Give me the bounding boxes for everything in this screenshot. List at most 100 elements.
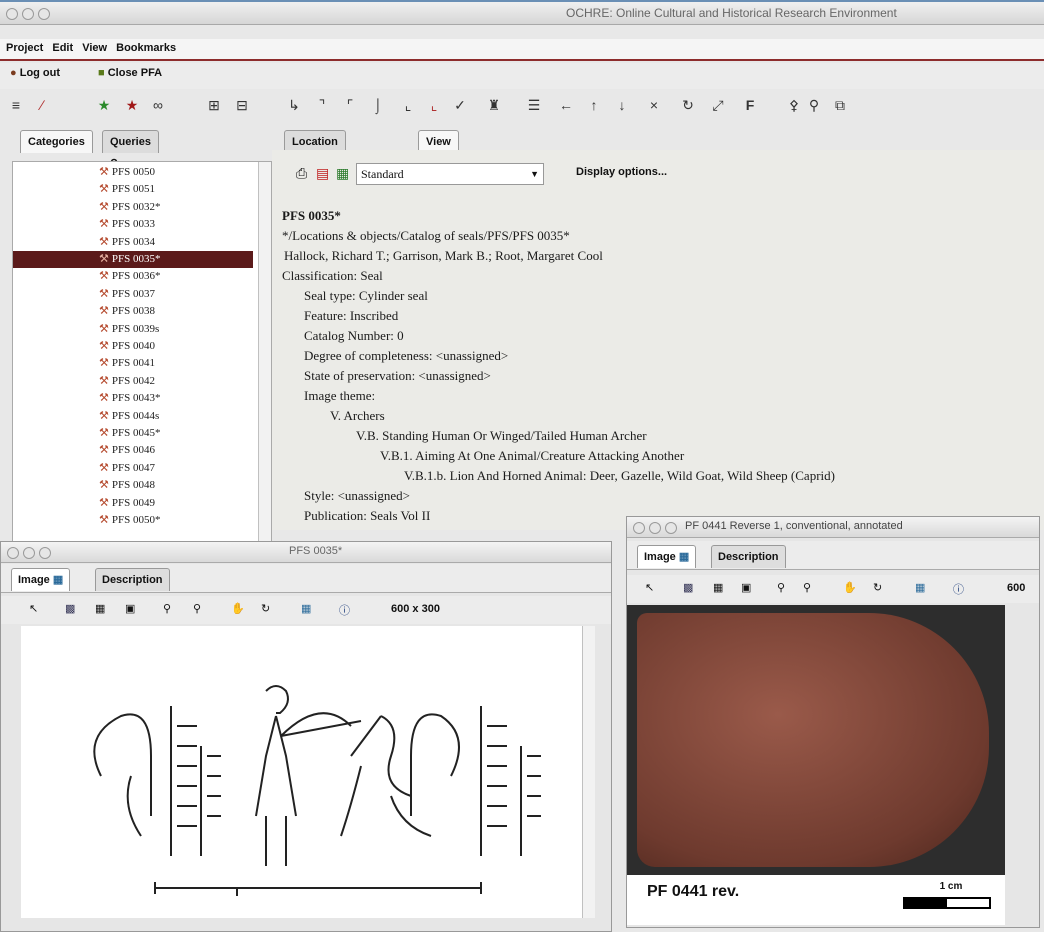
info-icon[interactable]: ⓘ <box>953 581 964 597</box>
diagonal-arrow-icon[interactable]: ⤢ <box>710 97 726 113</box>
delete-icon[interactable]: × <box>646 97 662 113</box>
list-item[interactable]: ⚒ PFS 0047 <box>99 460 155 477</box>
grid-icon[interactable]: ▦ <box>713 581 723 594</box>
close-window-button[interactable] <box>6 8 18 20</box>
tab-description[interactable]: Description <box>711 545 786 568</box>
list-item[interactable]: ⚒ PFS 0050 <box>99 164 155 181</box>
layout-icon[interactable]: ▩ <box>65 602 75 615</box>
stamp-icon[interactable]: ♜ <box>486 97 502 113</box>
category-tree[interactable]: ⚒ PFS 0050 ⚒ PFS 0051 ⚒ PFS 0032* ⚒ PFS 0033 ⚒ PF… <box>12 161 272 543</box>
paperclip-icon[interactable]: ⚴ <box>786 97 802 113</box>
zoom-in-icon[interactable]: ⚲ <box>163 602 171 615</box>
list-item[interactable]: ⚒ PFS 0039s <box>99 321 159 338</box>
list-item[interactable]: ⚒ PFS 0032* <box>99 199 160 216</box>
menu-project[interactable]: Project <box>6 42 43 54</box>
list-item[interactable]: ⚒ PFS 0051 <box>99 181 155 198</box>
list-icon[interactable]: ☰ <box>526 97 542 113</box>
tree-split-icon[interactable]: ⌞ <box>400 97 416 113</box>
tab-queries[interactable]: Queries ⚲ <box>102 130 159 170</box>
menu-edit[interactable]: Edit <box>52 42 73 54</box>
indent-icon[interactable]: ↳ <box>286 97 302 113</box>
zoom-out-icon[interactable]: ⚲ <box>803 581 811 594</box>
list-item[interactable]: ⚒ PFS 0050* <box>99 512 160 529</box>
font-icon[interactable]: F <box>742 97 758 113</box>
zoom-window-button[interactable] <box>39 547 51 559</box>
excel-icon[interactable]: ▦ <box>336 165 349 182</box>
list-item[interactable]: ⚒ PFS 0046 <box>99 442 155 459</box>
check-icon[interactable]: ✓ <box>452 97 468 113</box>
display-options-button[interactable]: Display options... <box>576 166 667 178</box>
logout-button[interactable]: ● Log out <box>10 67 60 79</box>
list-item[interactable]: ⚒ PFS 0041 <box>99 355 155 372</box>
grid-icon[interactable]: ▦ <box>95 602 105 615</box>
image-icon[interactable]: ▦ <box>301 602 311 615</box>
link-icon[interactable]: ∞ <box>150 97 166 113</box>
list-item[interactable]: ⚒ PFS 0048 <box>99 477 155 494</box>
zoom-out-icon[interactable]: ⚲ <box>193 602 201 615</box>
menu-view[interactable]: View <box>82 42 107 54</box>
list-item[interactable]: ⚒ PFS 0035* <box>99 251 160 268</box>
frame-icon[interactable]: ▣ <box>125 602 135 615</box>
arrow-left-icon[interactable]: ← <box>558 97 574 113</box>
pen-icon[interactable]: ∕ <box>34 97 50 113</box>
tree-add-icon[interactable]: ⌡ <box>370 97 386 113</box>
search-icon[interactable]: ⚲ <box>806 97 822 113</box>
collapse-icon[interactable]: ⊟ <box>234 97 250 113</box>
pointer-icon[interactable]: ↖ <box>29 602 38 615</box>
zoom-in-icon[interactable]: ⚲ <box>777 581 785 594</box>
list-item[interactable]: ⚒ PFS 0034 <box>99 234 155 251</box>
refresh-icon[interactable]: ↻ <box>680 97 696 113</box>
print-icon[interactable]: ⎙ <box>296 165 307 182</box>
tab-image[interactable]: Image ▦ <box>637 545 697 568</box>
list-item[interactable]: ⚒ PFS 0044s <box>99 408 159 425</box>
close-pfa-button[interactable]: ■ Close PFA <box>98 67 162 79</box>
list-item[interactable]: ⚒ PFS 0040 <box>99 338 155 355</box>
tab-description[interactable]: Description <box>95 568 170 591</box>
seal-drawing-canvas[interactable] <box>21 626 595 918</box>
frame-icon[interactable]: ▣ <box>741 581 751 594</box>
minimize-window-button[interactable] <box>23 547 35 559</box>
zoom-window-button[interactable] <box>665 522 677 534</box>
zoom-window-button[interactable] <box>38 8 50 20</box>
tree-red-icon[interactable]: ⌞ <box>426 97 442 113</box>
seal-scrollbar[interactable] <box>582 626 595 918</box>
list-item[interactable]: ⚒ PFS 0045* <box>99 425 160 442</box>
info-icon[interactable]: ⓘ <box>339 602 350 618</box>
list-item[interactable]: ⚒ PFS 0042 <box>99 373 155 390</box>
tree-up-icon[interactable]: ⌝ <box>314 97 330 113</box>
image-icon[interactable]: ▦ <box>915 581 925 594</box>
arrow-down-icon[interactable]: ↓ <box>614 97 630 113</box>
layout-icon[interactable]: ▩ <box>683 581 693 594</box>
seal-tool-icon: ⚒ <box>99 444 109 457</box>
green-star-icon[interactable]: ★ <box>96 97 112 113</box>
list-item[interactable]: ⚒ PFS 0033 <box>99 216 155 233</box>
tablet-photo-canvas[interactable]: PF 0441 rev. 1 cm <box>627 605 1005 925</box>
window-icon[interactable]: ⧉ <box>832 97 848 113</box>
menu-bookmarks[interactable]: Bookmarks <box>116 42 176 54</box>
list-item[interactable]: ⚒ PFS 0049 <box>99 495 155 512</box>
left-scrollbar[interactable] <box>258 162 271 542</box>
list-item-label: PFS 0050* <box>111 514 161 526</box>
hierarchy-icon[interactable]: ≡ <box>8 97 24 113</box>
close-window-button[interactable] <box>633 522 645 534</box>
hand-icon[interactable]: ✋ <box>231 602 245 615</box>
red-star-icon[interactable]: ★ <box>124 97 140 113</box>
tab-categories[interactable]: Categories <box>20 130 93 153</box>
list-item[interactable]: ⚒ PFS 0038 <box>99 303 155 320</box>
minimize-window-button[interactable] <box>649 522 661 534</box>
tab-image[interactable]: Image ▦ <box>11 568 71 591</box>
minimize-window-button[interactable] <box>22 8 34 20</box>
hand-icon[interactable]: ✋ <box>843 581 857 594</box>
tree-down-icon[interactable]: ⌜ <box>342 97 358 113</box>
list-item[interactable]: ⚒ PFS 0043* <box>99 390 160 407</box>
pointer-icon[interactable]: ↖ <box>645 581 654 594</box>
list-item[interactable]: ⚒ PFS 0037 <box>99 286 155 303</box>
rotate-icon[interactable]: ↻ <box>261 602 270 615</box>
pdf-icon[interactable]: ▤ <box>316 165 329 182</box>
view-select[interactable]: Standard ▼ <box>356 163 544 185</box>
expand-icon[interactable]: ⊞ <box>206 97 222 113</box>
rotate-icon[interactable]: ↻ <box>873 581 882 594</box>
arrow-up-icon[interactable]: ↑ <box>586 97 602 113</box>
list-item[interactable]: ⚒ PFS 0036* <box>99 268 160 285</box>
close-window-button[interactable] <box>7 547 19 559</box>
